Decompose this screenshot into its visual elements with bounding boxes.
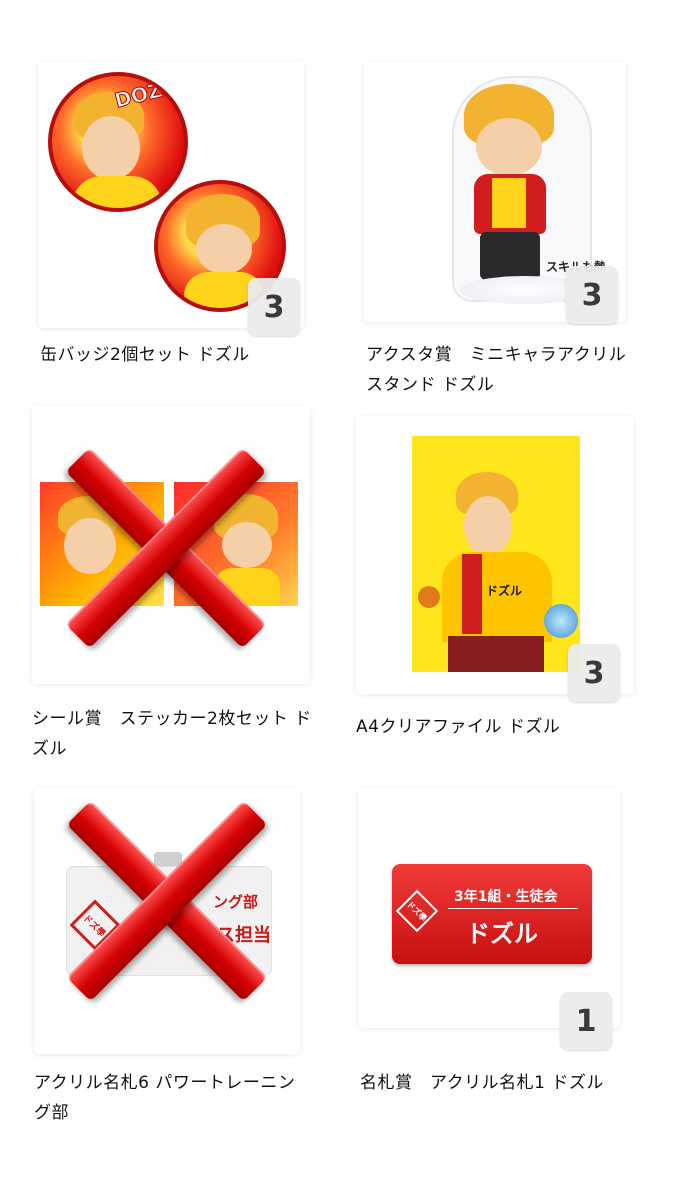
face-shape bbox=[476, 118, 542, 176]
item-image-nameplate-6: ドズ學 ング部 ス担当 bbox=[34, 788, 300, 1054]
sticker-art-2 bbox=[174, 482, 298, 606]
face-shape bbox=[196, 224, 252, 274]
face-shape bbox=[64, 518, 116, 574]
nameplate-line-1: ング部 bbox=[213, 893, 259, 911]
item-caption: アクリル名札6 パワートレーニング部 bbox=[34, 1073, 296, 1123]
item-caption: 缶バッジ2個セット ドズル bbox=[40, 345, 250, 365]
shirt-shape bbox=[214, 568, 280, 606]
item-caption: シール賞 ステッカー2枚セット ドズル bbox=[32, 709, 312, 759]
sticker-art-1 bbox=[40, 482, 164, 606]
item-card-acrylic-stand[interactable]: スキルも熱 3 bbox=[364, 62, 626, 324]
towel-shape bbox=[462, 554, 482, 634]
file-art: ドズル bbox=[412, 436, 580, 672]
face-shape bbox=[222, 522, 272, 568]
face-shape bbox=[464, 496, 512, 556]
item-caption: 名札賞 アクリル名札1 ドズル bbox=[360, 1073, 604, 1093]
badge-art-1: DOZLE bbox=[48, 72, 188, 212]
globe-shape bbox=[544, 604, 578, 638]
towel-text: ドズル bbox=[486, 584, 523, 598]
shirt-shape bbox=[72, 176, 162, 208]
shirt-shape bbox=[492, 178, 526, 228]
face-shape bbox=[82, 116, 140, 180]
nameplate-line-2: ス担当 bbox=[217, 925, 271, 946]
ball-shape bbox=[418, 586, 440, 608]
nameplate-line-2: ドズル bbox=[466, 920, 538, 948]
pants-shape bbox=[480, 232, 540, 280]
item-card-nameplate-6[interactable]: ドズ學 ング部 ス担当 bbox=[34, 788, 300, 1054]
pants-shape bbox=[448, 636, 544, 672]
school-mark: ドズ學 bbox=[69, 899, 121, 951]
nameplate-white: ドズ學 ング部 ス担当 bbox=[66, 866, 272, 976]
quantity-badge: 3 bbox=[568, 644, 620, 702]
item-image-sticker-set bbox=[32, 406, 310, 684]
badge-logo-text: DOZLE bbox=[112, 72, 188, 113]
school-mark: ドズ學 bbox=[395, 889, 439, 933]
item-card-can-badge[interactable]: DOZLE 3 bbox=[38, 62, 304, 336]
nameplate-red: ドズ學 3年1組・生徒会 ドズル bbox=[392, 864, 592, 964]
quantity-badge: 3 bbox=[248, 278, 300, 336]
item-card-nameplate-1[interactable]: ドズ學 3年1組・生徒会 ドズル 1 bbox=[358, 788, 620, 1050]
item-card-clear-file[interactable]: ドズル 3 bbox=[356, 416, 634, 702]
item-caption: A4クリアファイル ドズル bbox=[356, 717, 561, 737]
quantity-badge: 3 bbox=[566, 266, 618, 324]
nameplate-divider bbox=[448, 908, 578, 909]
quantity-badge: 1 bbox=[560, 992, 612, 1050]
item-caption: アクスタ賞 ミニキャラアクリルスタンド ドズル bbox=[366, 345, 627, 395]
item-card-sticker-set[interactable] bbox=[32, 406, 310, 684]
nameplate-line-1: 3年1組・生徒会 bbox=[454, 889, 558, 905]
